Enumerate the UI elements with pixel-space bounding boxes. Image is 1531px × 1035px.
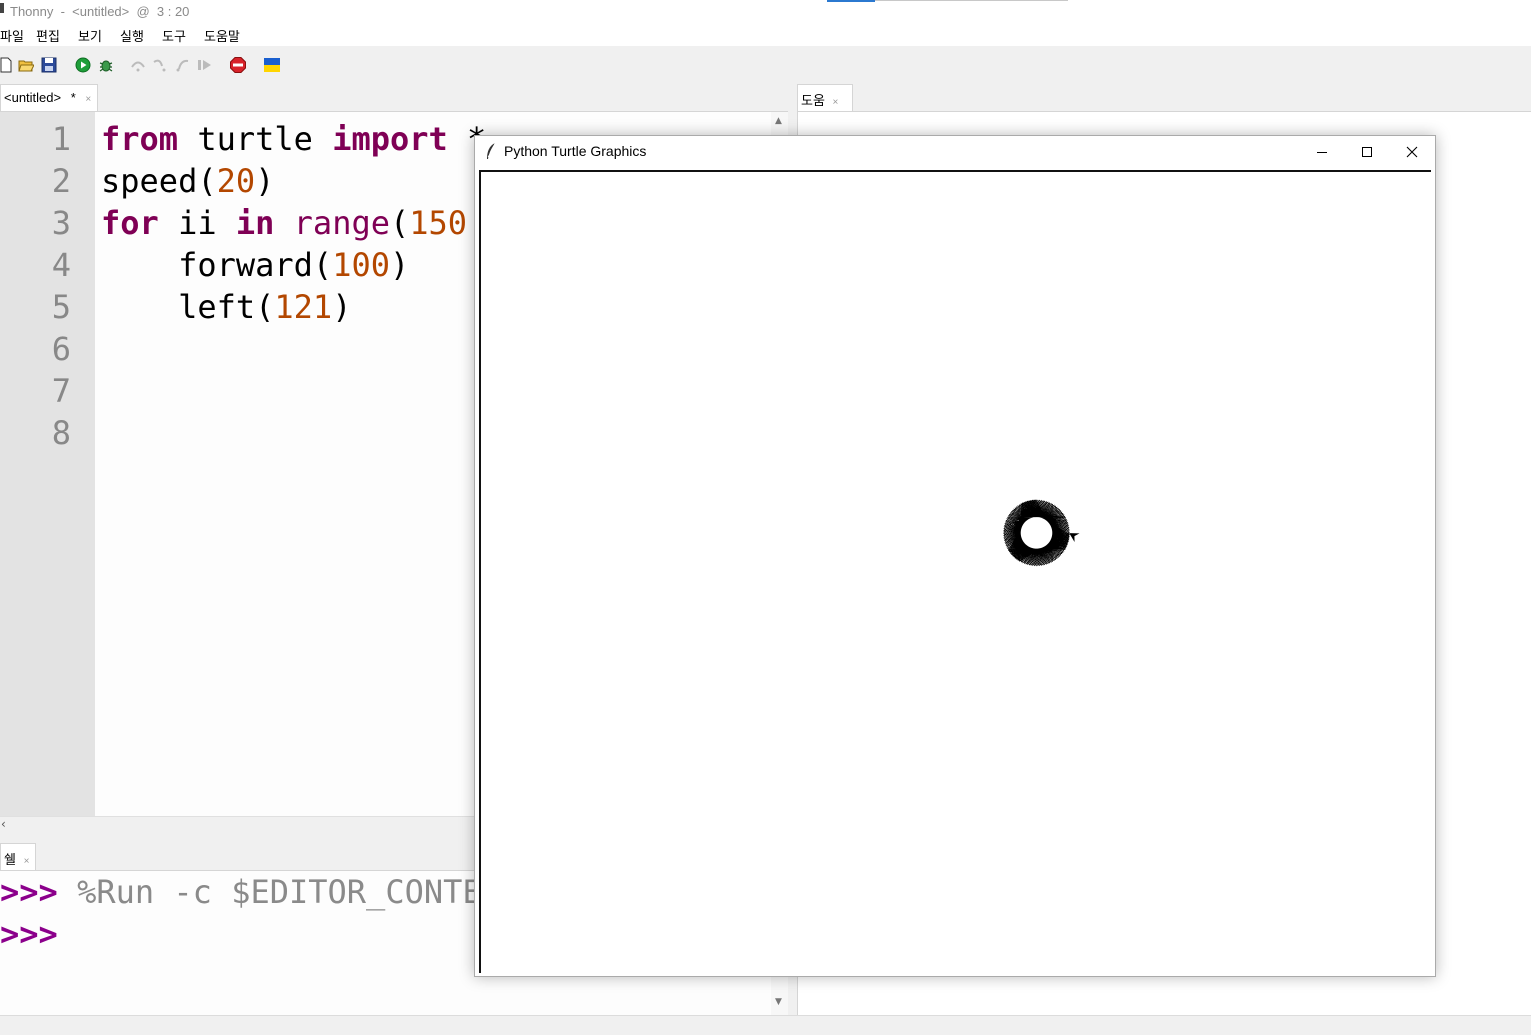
scroll-up-arrow-icon[interactable]: ▲ bbox=[775, 116, 782, 126]
close-icon bbox=[1406, 146, 1418, 157]
shell-line-2[interactable]: >>> bbox=[0, 915, 58, 953]
call-left: left( bbox=[101, 288, 275, 326]
call-forward: forward( bbox=[101, 246, 333, 284]
menu-view[interactable]: 보기 bbox=[78, 26, 102, 45]
thonny-icon bbox=[0, 3, 4, 13]
editor-tab-bar: <untitled> * × bbox=[0, 84, 788, 111]
line-number: 7 bbox=[51, 372, 71, 410]
code-text[interactable]: from turtle import * speed(20) for ii in r… bbox=[101, 118, 486, 328]
line-number-gutter: 1 2 3 4 5 6 7 8 bbox=[0, 112, 95, 817]
step-into-icon bbox=[153, 59, 166, 72]
feather-icon bbox=[487, 142, 496, 159]
open-folder-icon[interactable] bbox=[18, 57, 34, 73]
scroll-left-arrow-icon[interactable]: ‹ bbox=[1, 817, 6, 831]
tab-help[interactable]: 도움 × bbox=[797, 84, 853, 111]
shell-prompt: >>> bbox=[0, 873, 58, 911]
line-number: 4 bbox=[51, 246, 71, 284]
menu-help[interactable]: 도움말 bbox=[204, 26, 240, 45]
toolbar bbox=[0, 46, 1531, 84]
taskbar-divider-line bbox=[875, 0, 1068, 1]
tab-modified-indicator: * bbox=[70, 90, 76, 105]
tab-shell-close-icon[interactable]: × bbox=[24, 856, 30, 867]
close-button[interactable] bbox=[1389, 136, 1435, 167]
shell-prompt: >>> bbox=[0, 915, 58, 953]
maximize-icon bbox=[1362, 146, 1372, 157]
menu-bar: 파일 편집 보기 실행 도구 도움말 bbox=[0, 24, 1531, 46]
tab-untitled[interactable]: <untitled> * × bbox=[0, 84, 98, 111]
save-icon[interactable] bbox=[41, 57, 57, 73]
menu-file[interactable]: 파일 bbox=[0, 26, 24, 45]
code-line-2: speed(20) bbox=[101, 160, 486, 202]
scroll-down-arrow-icon[interactable]: ▼ bbox=[775, 997, 782, 1007]
shell-command: %Run -c $EDITOR_CONTENT bbox=[57, 873, 521, 911]
number-literal: 20 bbox=[216, 162, 256, 200]
menu-run[interactable]: 실행 bbox=[120, 26, 144, 45]
tab-shell-label: 쉘 bbox=[4, 852, 16, 867]
tab-untitled-close-icon[interactable]: × bbox=[85, 94, 91, 105]
line-number: 1 bbox=[51, 120, 71, 158]
step-out-icon bbox=[176, 59, 189, 72]
shell-line-1: >>> %Run -c $EDITOR_CONTENT bbox=[0, 873, 520, 911]
turtle-canvas[interactable] bbox=[481, 172, 1431, 973]
turtle-window-title: Python Turtle Graphics bbox=[504, 143, 647, 159]
tab-untitled-label: <untitled> bbox=[4, 90, 62, 105]
run-icon[interactable] bbox=[75, 57, 91, 73]
module-name: turtle bbox=[178, 120, 333, 158]
paren-open: ( bbox=[389, 204, 410, 242]
menu-edit[interactable]: 편집 bbox=[36, 26, 60, 45]
line-number: 5 bbox=[51, 288, 71, 326]
keyword-for: for bbox=[101, 204, 159, 242]
line-number: 8 bbox=[51, 414, 71, 452]
line-number: 6 bbox=[51, 330, 71, 368]
turtle-drawing bbox=[1003, 499, 1070, 567]
line-number: 2 bbox=[51, 162, 71, 200]
turtle-path bbox=[1003, 499, 1070, 567]
keyword-from: from bbox=[101, 120, 179, 158]
line-number: 3 bbox=[51, 204, 71, 242]
loop-variable: ii bbox=[158, 204, 236, 242]
tab-help-label: 도움 bbox=[801, 93, 825, 108]
tab-shell[interactable]: 쉘 × bbox=[0, 843, 36, 870]
minimize-button[interactable] bbox=[1299, 136, 1345, 167]
ukraine-flag-icon[interactable] bbox=[264, 57, 280, 73]
call-speed: speed( bbox=[101, 162, 217, 200]
code-line-3: for ii in range(150 bbox=[101, 202, 486, 244]
code-line-5: left(121) bbox=[101, 286, 486, 328]
number-literal: 150 bbox=[409, 204, 468, 242]
resume-icon bbox=[198, 60, 211, 70]
paren-close: ) bbox=[255, 162, 275, 200]
taskbar-accent-line bbox=[827, 0, 875, 2]
menu-tools[interactable]: 도구 bbox=[162, 26, 186, 45]
debug-icon[interactable] bbox=[98, 57, 114, 73]
minimize-icon bbox=[1317, 151, 1327, 153]
stop-icon[interactable] bbox=[230, 57, 246, 73]
title-bar: Thonny - <untitled> @ 3 : 20 bbox=[0, 0, 1531, 24]
turtle-canvas-frame bbox=[479, 170, 1431, 973]
thonny-app: Thonny - <untitled> @ 3 : 20 파일 편집 보기 실행… bbox=[0, 0, 1531, 1035]
keyword-import: import bbox=[332, 120, 448, 158]
paren-close: ) bbox=[332, 288, 352, 326]
number-literal: 121 bbox=[274, 288, 333, 326]
turtle-graphics-window[interactable]: Python Turtle Graphics bbox=[474, 135, 1436, 977]
tab-help-close-icon[interactable]: × bbox=[833, 97, 839, 108]
help-tab-bar: 도움 × bbox=[797, 84, 1531, 111]
number-literal: 100 bbox=[332, 246, 390, 284]
maximize-button[interactable] bbox=[1344, 136, 1390, 167]
status-bar bbox=[0, 1015, 1531, 1035]
paren-close: ) bbox=[389, 246, 410, 284]
turtle-window-titlebar[interactable]: Python Turtle Graphics bbox=[475, 136, 1435, 167]
code-line-1: from turtle import * bbox=[101, 118, 486, 160]
builtin-range: range bbox=[293, 204, 390, 242]
window-title: Thonny - <untitled> @ 3 : 20 bbox=[10, 4, 190, 19]
keyword-in: in bbox=[235, 204, 275, 242]
code-line-4: forward(100) bbox=[101, 244, 486, 286]
new-file-icon[interactable] bbox=[0, 57, 16, 73]
step-over-icon bbox=[131, 61, 145, 72]
